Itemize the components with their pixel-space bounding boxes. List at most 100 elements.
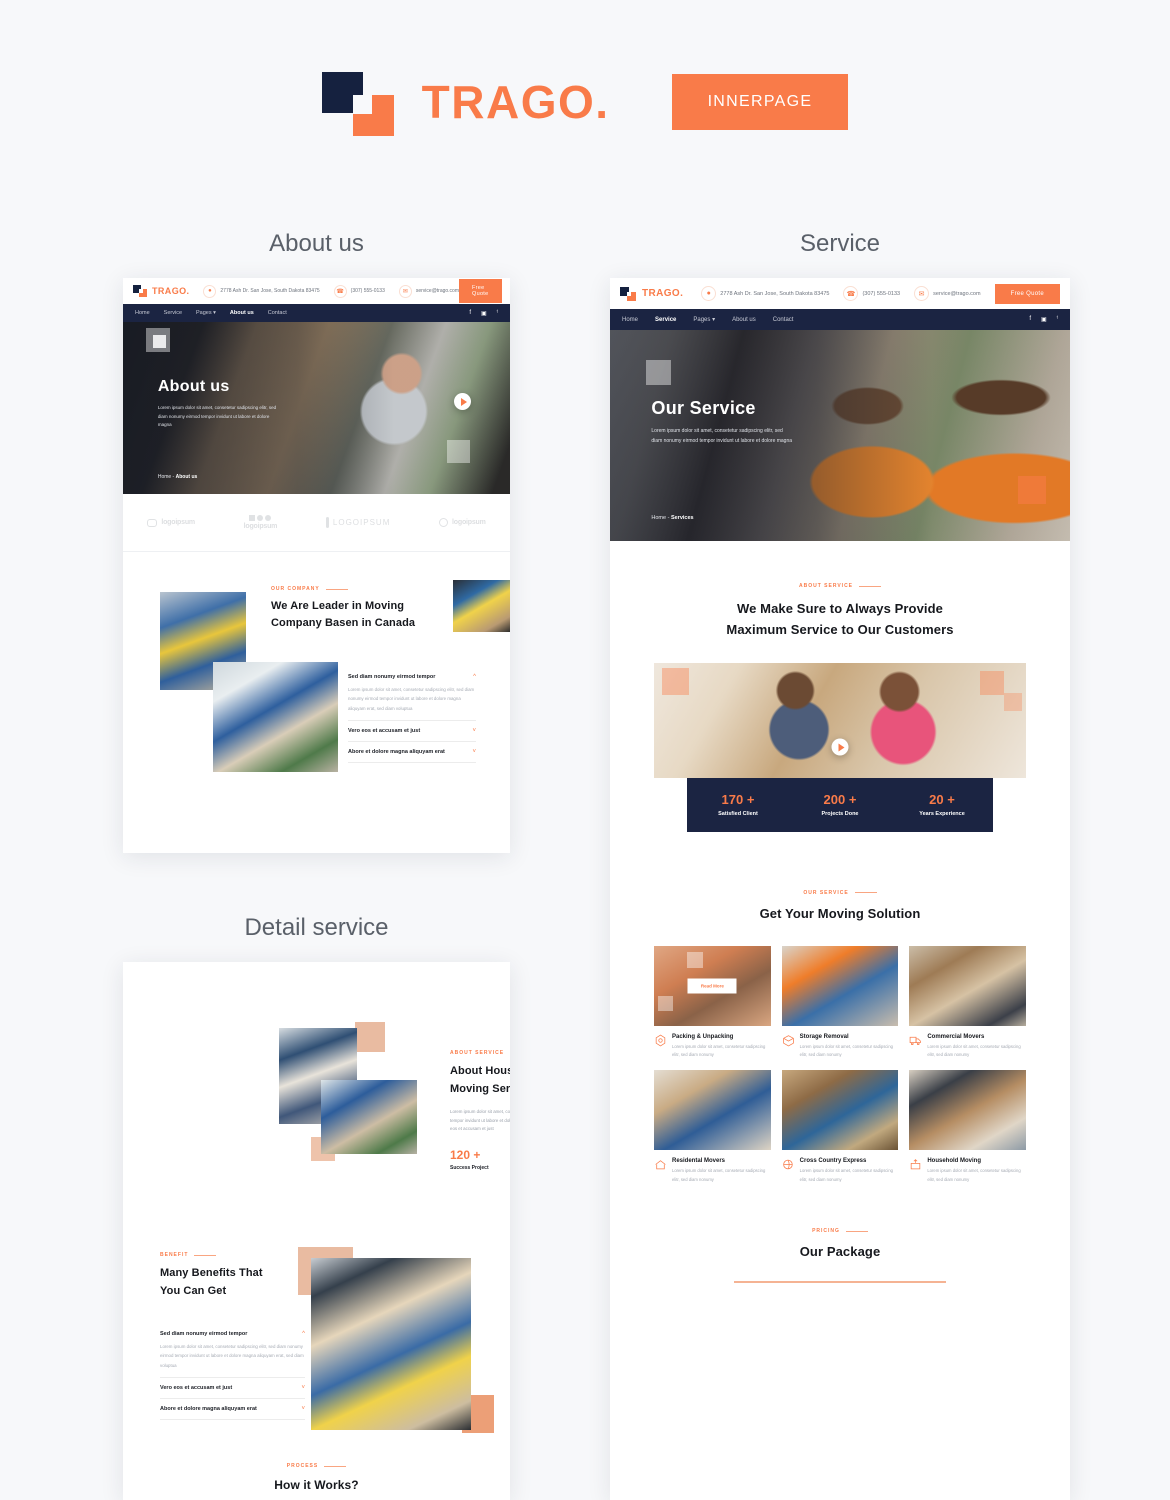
accordion-title: Sed diam nonumy eirmod tempor xyxy=(160,1331,248,1338)
accordion-title: Sed diam nonumy eirmod tempor xyxy=(348,674,436,680)
hero-paragraph: Lorem ipsum dolor sit amet, consetetur s… xyxy=(651,428,793,444)
detail-benefits-block: BENEFIT Many Benefits That You Can Get S… xyxy=(123,1230,510,1445)
chevron-down-icon[interactable]: ˅ xyxy=(301,1406,305,1412)
benefits-photo xyxy=(311,1258,471,1430)
detail-about-copy: ABOUT SERVICE About Household Moving Ser… xyxy=(450,1050,510,1171)
detail-about-block: ABOUT SERVICE About Household Moving Ser… xyxy=(123,962,510,1230)
pin-icon xyxy=(325,517,329,528)
instagram-icon[interactable]: ▣ xyxy=(1041,316,1047,323)
service-card[interactable]: Read More Packing & Unpacking Lorem ipsu… xyxy=(654,945,771,1060)
main-nav: Home Service Pages ▾ About us Contact f … xyxy=(123,304,510,322)
detail-about-eyebrow: ABOUT SERVICE xyxy=(450,1050,510,1056)
dots-icon xyxy=(249,515,272,521)
accordion-item[interactable]: Abore et dolore magna aliquyam erat ˅ xyxy=(160,1399,305,1420)
service-card[interactable]: Commercial Movers Lorem ipsum dolor sit … xyxy=(909,945,1026,1060)
about-accordion[interactable]: Sed diam nonumy eirmod tempor ^ Lorem ips… xyxy=(348,667,476,763)
facebook-icon[interactable]: f xyxy=(1029,316,1031,323)
accordion-body: Lorem ipsum dolor sit amet, consetetur s… xyxy=(348,687,475,711)
topbar-phone[interactable]: ☎ (307) 555-0133 xyxy=(843,286,900,301)
detail-service-section-title: Detail service xyxy=(244,914,389,941)
about-page-mockup[interactable]: TRAGO. ● 2778 Ash Dr. San Jose, South Da… xyxy=(123,278,510,853)
play-video-button[interactable] xyxy=(831,738,849,756)
nav-item-pages[interactable]: Pages ▾ xyxy=(693,316,715,323)
breadcrumb-home[interactable]: Home - xyxy=(158,474,174,480)
service-card-desc: Lorem ipsum dolor sit amet, consetetur s… xyxy=(927,1168,1021,1182)
twitter-icon[interactable]: ᵗ xyxy=(497,310,498,317)
chevron-up-icon[interactable]: ^ xyxy=(302,1331,305,1337)
service-card[interactable]: Residental Movers Lorem ipsum dolor sit … xyxy=(654,1070,771,1184)
topbar-email[interactable]: ✉ service@trago.com xyxy=(914,286,981,301)
trago-logo-icon xyxy=(321,72,394,136)
free-quote-button[interactable]: Free Quote xyxy=(459,279,502,303)
nav-item-service[interactable]: Service xyxy=(164,310,182,316)
accordion-item[interactable]: Vero eos et accusam et just ˅ xyxy=(348,721,476,742)
number-value: 120 + xyxy=(450,1148,481,1163)
topbar-logo[interactable]: TRAGO. xyxy=(133,285,189,297)
accordion-item[interactable]: Sed diam nonumy eirmod tempor ^ Lorem ips… xyxy=(348,667,476,721)
nav-item-pages-label: Pages xyxy=(693,317,711,323)
free-quote-button[interactable]: Free Quote xyxy=(994,283,1060,304)
page-brand-header: TRAGO. INNERPAGE xyxy=(0,0,1170,136)
accordion-item[interactable]: Vero eos et accusam et just ˅ xyxy=(160,1378,305,1399)
stat-value: 170 + xyxy=(721,792,755,808)
service-page-mockup[interactable]: TRAGO. ● 2778 Ash Dr. San Jose, South Da… xyxy=(610,278,1070,1500)
nav-item-contact[interactable]: Contact xyxy=(773,317,794,323)
breadcrumb-current: About us xyxy=(175,474,198,480)
location-pin-icon: ● xyxy=(203,284,217,298)
facebook-icon[interactable]: f xyxy=(469,310,471,317)
process-heading: How it Works? xyxy=(274,1478,359,1492)
accordion-item[interactable]: Sed diam nonumy eirmod tempor ^ Lorem ips… xyxy=(160,1324,305,1378)
service-grid-block: OUR SERVICE Get Your Moving Solution Rea… xyxy=(610,832,1070,1185)
chevron-down-icon[interactable]: ˅ xyxy=(472,728,476,734)
benefits-heading-line-1: Many Benefits That xyxy=(160,1267,263,1279)
breadcrumb-home[interactable]: Home - xyxy=(651,515,669,521)
accordion-item[interactable]: Abore et dolore magna aliquyam erat ˅ xyxy=(348,742,476,763)
about-section-title: About us xyxy=(269,230,364,257)
nav-item-contact[interactable]: Contact xyxy=(268,310,287,316)
topbar-address: ● 2778 Ash Dr. San Jose, South Dakota 83… xyxy=(701,286,829,301)
chevron-up-icon[interactable]: ^ xyxy=(473,674,476,680)
service-card[interactable]: Storage Removal Lorem ipsum dolor sit am… xyxy=(781,945,899,1060)
client-logo: logoipsum xyxy=(244,515,277,530)
topbar-logo-text: TRAGO. xyxy=(152,286,190,296)
service-card-photo xyxy=(781,945,899,1026)
play-video-button[interactable] xyxy=(454,393,471,410)
main-nav: Home Service Pages ▾ About us Contact f … xyxy=(610,309,1070,330)
service-video-photo xyxy=(654,662,1026,778)
read-more-button[interactable]: Read More xyxy=(687,978,737,994)
service-card[interactable]: Cross Country Express Lorem ipsum dolor … xyxy=(781,1070,899,1184)
box-arrows-icon xyxy=(911,1159,921,1170)
twitter-icon[interactable]: ᵗ xyxy=(1057,316,1058,323)
topbar: TRAGO. ● 2778 Ash Dr. San Jose, South Da… xyxy=(610,278,1070,309)
about-company-block: OUR COMPANY We Are Leader in Moving Comp… xyxy=(123,552,510,852)
burger-lines-icon xyxy=(147,518,158,527)
decor-square xyxy=(687,951,703,968)
detail-about-paragraph: Lorem ipsum dolor sit amet, consetetur s… xyxy=(450,1109,510,1131)
nav-item-home[interactable]: Home xyxy=(135,310,150,316)
chevron-down-icon: ▾ xyxy=(213,310,216,316)
topbar-logo[interactable]: TRAGO. xyxy=(620,286,683,301)
globe-pin-icon xyxy=(782,1160,793,1170)
chevron-down-icon[interactable]: ˅ xyxy=(301,1385,305,1391)
process-eyebrow: PROCESS xyxy=(123,1463,510,1469)
chevron-down-icon[interactable]: ˅ xyxy=(472,749,476,755)
nav-item-about-us[interactable]: About us xyxy=(230,310,254,316)
service-card[interactable]: Household Moving Lorem ipsum dolor sit a… xyxy=(909,1070,1026,1184)
service-card-desc: Lorem ipsum dolor sit amet, consetetur s… xyxy=(799,1168,893,1182)
detail-service-page-mockup[interactable]: ABOUT SERVICE About Household Moving Ser… xyxy=(123,962,510,1500)
service-card-photo: Read More xyxy=(654,945,771,1026)
benefits-accordion[interactable]: Sed diam nonumy eirmod tempor ^ Lorem ips… xyxy=(160,1324,305,1420)
nav-item-service[interactable]: Service xyxy=(655,317,676,323)
benefits-eyebrow: BENEFIT xyxy=(160,1252,305,1258)
service-video-card[interactable]: 170 + Satisfied Client 200 + Projects Do… xyxy=(654,662,1026,832)
topbar-phone[interactable]: ☎ (307) 555-0133 xyxy=(333,284,385,298)
nav-item-home[interactable]: Home xyxy=(622,317,638,323)
nav-item-about-us[interactable]: About us xyxy=(732,317,756,323)
instagram-icon[interactable]: ▣ xyxy=(481,310,487,317)
innerpage-badge-button[interactable]: INNERPAGE xyxy=(671,74,849,130)
truck-icon xyxy=(910,1036,922,1045)
topbar-email[interactable]: ✉ service@trago.com xyxy=(398,284,459,298)
decor-square xyxy=(1018,476,1046,504)
nav-item-pages[interactable]: Pages ▾ xyxy=(196,310,216,316)
decor-square xyxy=(980,670,1004,695)
